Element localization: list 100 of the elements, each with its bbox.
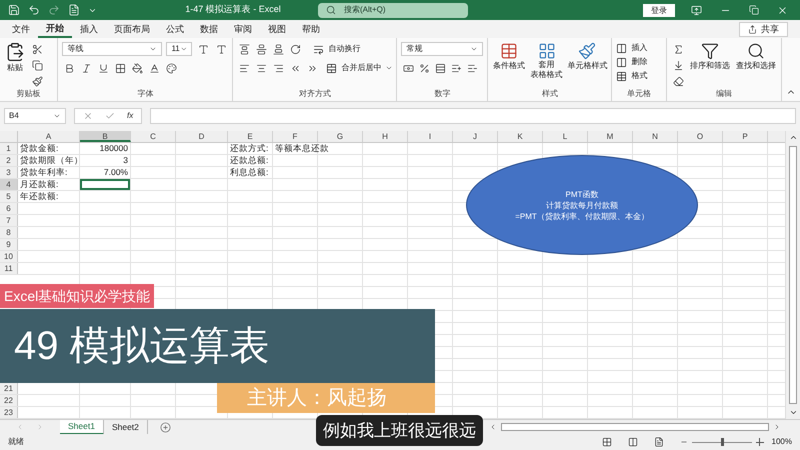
name-box[interactable]: B4 (4, 108, 66, 124)
restore-icon[interactable] (749, 5, 759, 15)
ribbon-tab[interactable]: 视图 (260, 22, 294, 38)
page-layout-icon[interactable] (628, 437, 638, 447)
ribbon-tab[interactable]: 页面布局 (106, 22, 158, 38)
fill-icon (672, 60, 684, 70)
close-icon[interactable] (777, 4, 788, 16)
row-header[interactable]: 9 (0, 239, 18, 250)
column-header[interactable]: M (588, 131, 633, 142)
row-header[interactable]: 23 (0, 407, 18, 418)
column-header[interactable]: F (273, 131, 318, 142)
column-header[interactable]: I (408, 131, 453, 142)
row-header[interactable]: 22 (0, 395, 18, 406)
ellipse-shape[interactable]: PMT函数 计算贷款每月付款额 =PMT（贷款利率、付款期限、本金） (466, 155, 698, 255)
insert-cells-button[interactable]: 插入 (616, 42, 648, 54)
zoom-in-icon[interactable] (756, 438, 764, 446)
active-cell-border[interactable] (80, 179, 130, 190)
row-header[interactable]: 11 (0, 263, 18, 274)
copy-button[interactable] (30, 58, 44, 72)
sign-in-button[interactable]: 登录 (643, 4, 675, 16)
ribbon-tab[interactable]: 帮助 (294, 22, 328, 38)
cut-button[interactable] (30, 42, 44, 56)
row-header[interactable]: 8 (0, 227, 18, 238)
fill-color-button[interactable] (130, 61, 144, 75)
ribbon-tab[interactable]: 数据 (192, 22, 226, 38)
document-icon[interactable] (68, 4, 80, 16)
ribbon-tab[interactable]: 审阅 (226, 22, 260, 38)
row-header[interactable]: 1 (0, 143, 18, 154)
cell-text: 月还款额: (20, 179, 58, 190)
page-break-icon[interactable] (654, 437, 664, 447)
zoom-level[interactable]: 100% (772, 436, 792, 448)
copy-icon (32, 60, 42, 70)
row-header[interactable]: 5 (0, 191, 18, 202)
scroll-up-icon[interactable] (788, 133, 798, 142)
align-top-button[interactable] (237, 42, 252, 56)
zoom-slider[interactable] (692, 437, 752, 447)
caret-icon (470, 45, 478, 53)
vertical-scrollbar[interactable] (785, 131, 800, 419)
caret-icon (385, 64, 394, 72)
cancel-icon[interactable] (83, 111, 93, 121)
column-header[interactable]: P (723, 131, 768, 142)
formula-input[interactable] (150, 108, 796, 124)
format-painter-button[interactable] (30, 74, 44, 88)
row-header[interactable]: 10 (0, 251, 18, 262)
search-field[interactable]: 搜索(Alt+Q) (318, 2, 468, 18)
save-icon[interactable] (8, 4, 20, 16)
cell-text: 还款总额: (230, 155, 268, 166)
column-header[interactable]: E (228, 131, 273, 142)
font-name-field[interactable]: 等线 (62, 42, 162, 56)
font-size-field[interactable]: 11 (166, 42, 192, 56)
cell-style-button[interactable]: 单元格样式 (567, 42, 608, 72)
find-select-button[interactable]: 查找和选择 (735, 42, 777, 72)
column-header[interactable]: L (543, 131, 588, 142)
column-header[interactable]: H (363, 131, 408, 142)
scroll-right-icon[interactable] (773, 423, 781, 431)
column-header[interactable]: B (80, 131, 131, 142)
paste-button[interactable]: 粘贴 (4, 42, 26, 74)
scroll-left-icon[interactable] (489, 423, 497, 431)
ribbon-tab[interactable]: 文件 (4, 22, 38, 38)
cell-text: 还款方式: (230, 143, 268, 154)
align-middle-icon (256, 44, 267, 54)
table-format-button[interactable]: 套用 表格格式 (530, 42, 564, 80)
borders-button[interactable] (113, 61, 128, 75)
clear-button[interactable] (671, 74, 685, 88)
italic-icon (80, 62, 92, 74)
column-header[interactable]: O (678, 131, 723, 142)
row-header[interactable]: 6 (0, 203, 18, 214)
column-header[interactable]: C (131, 131, 176, 142)
column-header[interactable]: N (633, 131, 678, 142)
insert-function-button[interactable]: fx (127, 110, 134, 122)
add-sheet-icon[interactable] (160, 422, 171, 432)
merge-center-button[interactable]: 合并后居中 (326, 62, 394, 74)
align-bottom-button[interactable] (271, 42, 286, 56)
row-header[interactable]: 3 (0, 167, 18, 178)
shape-text: =PMT（贷款利率、付款期限、本金） (515, 210, 649, 222)
column-header[interactable]: D (176, 131, 228, 142)
row-header[interactable]: 21 (0, 383, 18, 394)
ribbon-tab[interactable]: 公式 (158, 22, 192, 38)
undo-icon[interactable] (28, 4, 40, 16)
share-button[interactable]: 共享 (739, 22, 788, 37)
row-header[interactable]: 4 (0, 179, 18, 190)
format-cells-button[interactable]: 格式 (616, 70, 648, 82)
column-header[interactable]: G (318, 131, 363, 142)
sort-filter-button[interactable]: 排序和筛选 (689, 42, 731, 72)
row-header[interactable]: 7 (0, 215, 18, 226)
wrap-text-button[interactable]: 自动换行 (313, 43, 360, 55)
ribbon-tab[interactable]: 插入 (72, 22, 106, 38)
ribbon-display-icon[interactable] (691, 4, 702, 16)
sheet-tab[interactable]: Sheet1 (60, 420, 104, 434)
normal-view-icon[interactable] (602, 437, 612, 447)
orientation-button[interactable] (288, 42, 302, 56)
conditional-format-button[interactable]: 条件格式 (492, 42, 526, 72)
align-middle-button[interactable] (254, 42, 268, 56)
presenter-banner: 主讲人：风起扬 (217, 383, 435, 413)
row-header[interactable]: 2 (0, 155, 18, 166)
number-format-field[interactable]: 常规 (401, 42, 484, 56)
column-header[interactable]: J (453, 131, 498, 142)
delete-cells-button[interactable]: 删除 (616, 56, 648, 68)
column-header[interactable]: K (498, 131, 543, 142)
scroll-down-icon[interactable] (788, 408, 798, 417)
